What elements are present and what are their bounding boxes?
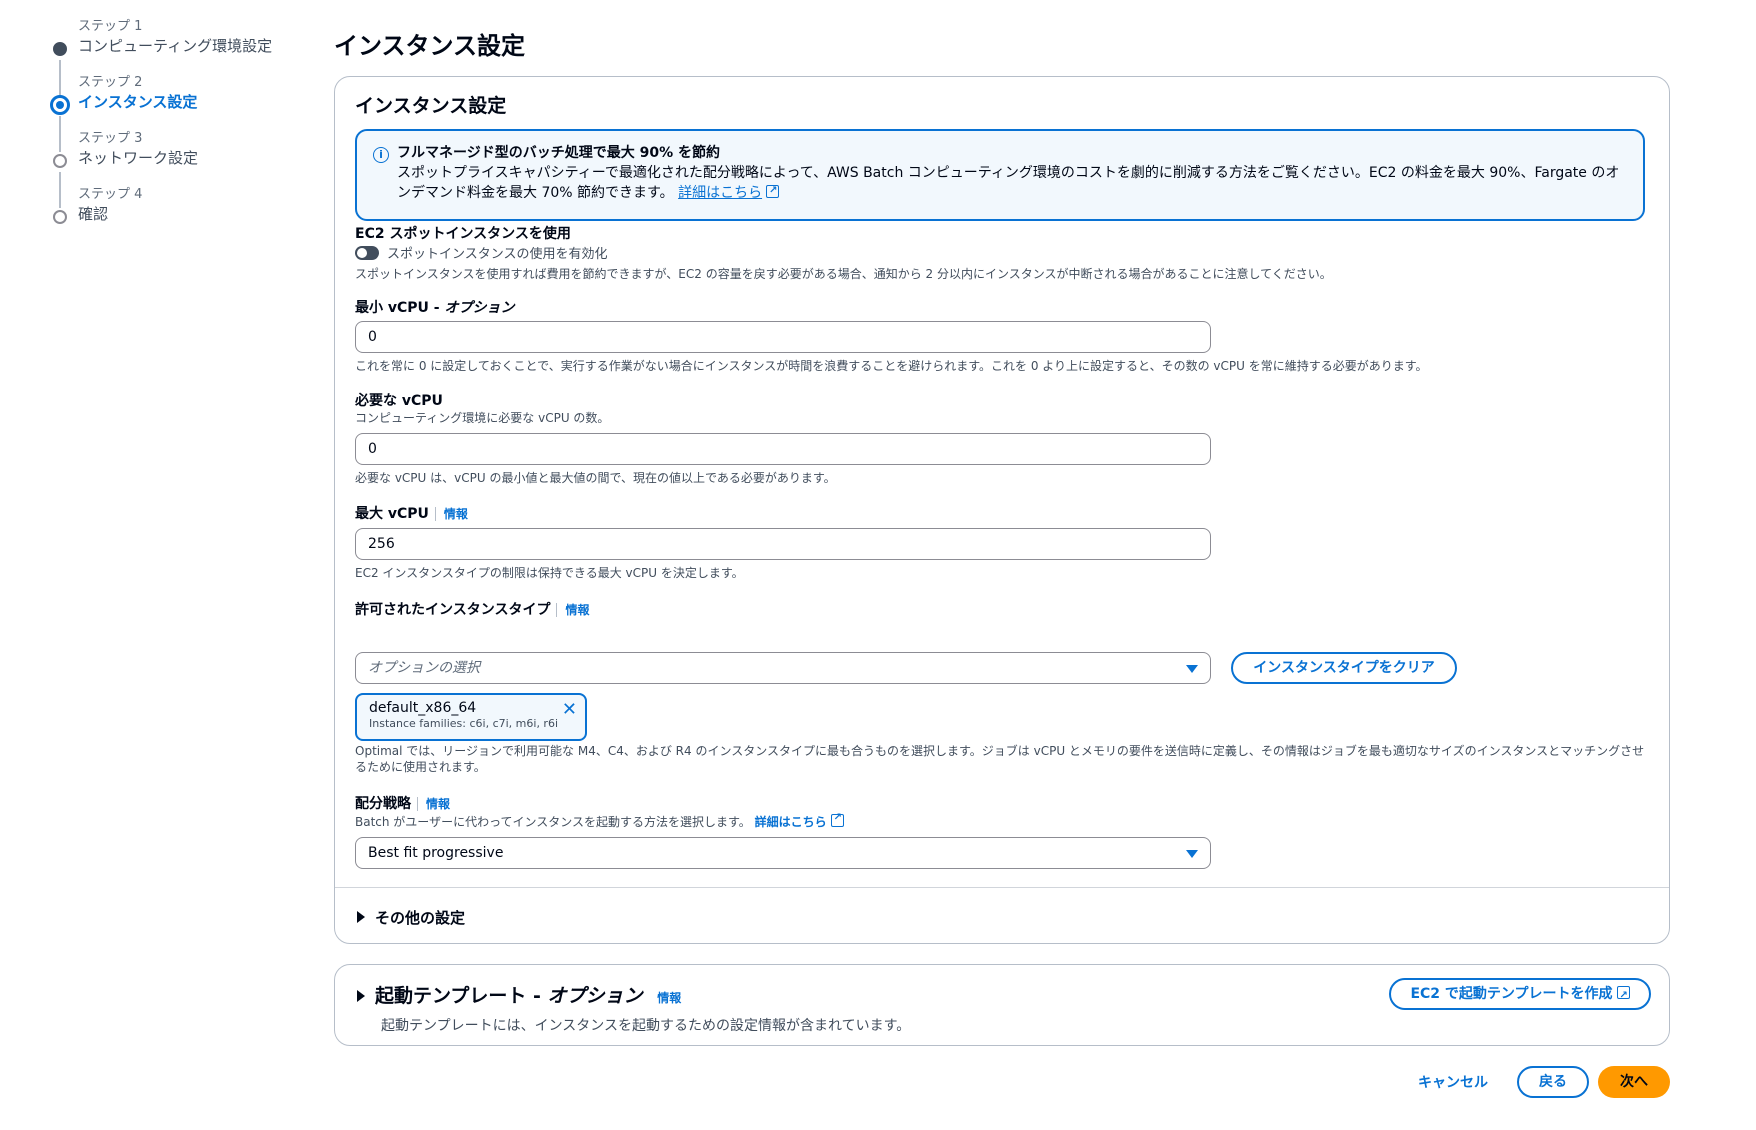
allocation-learn-more-text: 詳細はこちら [754,815,827,829]
allocation-label-text: 配分戦略 [355,796,411,812]
min-vcpu-label: 最小 vCPU - オプション [355,299,514,317]
desired-vcpu-input[interactable]: 0 [355,433,1211,465]
launch-template-description: 起動テンプレートには、インスタンスを起動するための設定情報が含まれています。 [381,1018,911,1034]
allocation-sub-text: Batch がユーザーに代わってインスタンスを起動する方法を選択します。 [355,815,751,829]
allocation-learn-more-link[interactable]: 詳細はこちら [754,810,844,829]
back-button[interactable]: 戻る [1517,1066,1589,1098]
next-button[interactable]: 次へ [1598,1066,1670,1098]
step-label[interactable]: インスタンス設定 [78,92,297,112]
allocation-sub: Batch がユーザーに代わってインスタンスを起動する方法を選択します。 詳細は… [355,810,844,830]
caret-down-icon [1186,665,1198,673]
caret-down-icon [1186,850,1198,858]
info-icon: i [373,147,389,163]
close-icon[interactable]: ✕ [562,699,577,720]
max-vcpu-description: EC2 インスタンスタイプの制限は保持できる最大 vCPU を決定します。 [355,566,744,580]
info-alert-heading: フルマネージド型のバッチ処理で最大 90% を節約 [397,145,720,161]
card-title: インスタンス設定 [355,95,507,117]
instance-type-token: default_x86_64 Instance families: c6i, c… [355,693,587,741]
desired-vcpu-label: 必要な vCPU [355,393,443,409]
allocation-select[interactable]: Best fit progressive [355,837,1211,869]
optional-marker: オプション [444,300,515,316]
min-vcpu-description: これを常に 0 に設定しておくことで、実行する作業がない場合にインスタンスが時間… [355,359,1428,373]
step-current-icon [50,95,70,115]
step-complete-icon [53,42,67,56]
page-title: インスタンス設定 [334,32,526,60]
token-name: default_x86_64 [369,700,477,716]
step-4[interactable]: ステップ 4 確認 [47,182,297,238]
max-vcpu-input[interactable]: 256 [355,528,1211,560]
instance-types-select[interactable]: オプションの選択 [355,652,1211,684]
step-number: ステップ 4 [78,187,143,202]
clear-instance-types-button[interactable]: インスタンスタイプをクリア [1231,652,1457,684]
instance-types-description: Optimal では、リージョンで利用可能な M4、C4、および R4 のインス… [355,744,1645,774]
learn-more-link[interactable]: 詳細はこちら [678,181,780,201]
instance-types-info-link[interactable]: 情報 [556,603,589,617]
desired-vcpu-description: 必要な vCPU は、vCPU の最小値と最大値の間で、現在の値以上である必要が… [355,471,836,485]
allocation-selected-value: Best fit progressive [368,845,504,861]
other-settings-label: その他の設定 [375,909,466,927]
allocation-info-link[interactable]: 情報 [417,797,450,811]
info-alert: i フルマネージド型のバッチ処理で最大 90% を節約 スポットプライスキャパシ… [355,129,1645,221]
token-description: Instance families: c6i, c7i, m6i, r6i [369,717,559,730]
external-link-icon [830,810,844,827]
instance-types-placeholder: オプションの選択 [368,660,480,676]
step-1[interactable]: ステップ 1 コンピューティング環境設定 [47,14,297,96]
launch-template-expander[interactable]: 起動テンプレート - オプション 情報 [357,981,681,1008]
spot-description: スポットインスタンスを使用すれば費用を節約できますが、EC2 の容量を戻す必要が… [355,267,1332,281]
cancel-button[interactable]: キャンセル [1418,1072,1488,1092]
launch-template-card: 起動テンプレート - オプション 情報 起動テンプレートには、インスタンスを起動… [334,964,1670,1046]
step-number: ステップ 2 [78,75,143,90]
caret-right-icon [357,990,365,1002]
allocation-label: 配分戦略 情報 [355,795,450,813]
create-launch-template-label: EC2 で起動テンプレートを作成 [1410,986,1613,1002]
step-2[interactable]: ステップ 2 インスタンス設定 [47,70,297,152]
info-alert-body: スポットプライスキャパシティーで最適化された配分戦略によって、AWS Batch… [397,163,1625,203]
instance-types-label-text: 許可されたインスタンスタイプ [355,602,551,618]
caret-right-icon [357,911,365,923]
step-3[interactable]: ステップ 3 ネットワーク設定 [47,126,297,208]
instance-types-label: 許可されたインスタンスタイプ 情報 [355,601,589,619]
max-vcpu-label-text: 最大 vCPU [355,506,429,522]
launch-template-title: 起動テンプレート - [375,985,548,1007]
step-label[interactable]: コンピューティング環境設定 [78,36,297,56]
step-label[interactable]: 確認 [78,204,297,224]
step-pending-icon [53,154,67,168]
step-label[interactable]: ネットワーク設定 [78,148,297,168]
wizard-steps: ステップ 1 コンピューティング環境設定 ステップ 2 インスタンス設定 ステッ… [47,14,297,238]
spot-toggle[interactable] [355,246,379,260]
divider [335,887,1669,888]
spot-label: EC2 スポットインスタンスを使用 [355,226,571,242]
spot-toggle-label[interactable]: スポットインスタンスの使用を有効化 [387,243,607,262]
other-settings-expander[interactable]: その他の設定 [357,907,465,928]
max-vcpu-info-link[interactable]: 情報 [434,507,468,521]
step-number: ステップ 1 [78,19,143,34]
learn-more-link-text: 詳細はこちら [678,185,763,201]
step-pending-icon [53,210,67,224]
create-launch-template-button[interactable]: EC2 で起動テンプレートを作成 [1389,978,1651,1010]
min-vcpu-input[interactable]: 0 [355,321,1211,353]
launch-template-info-link[interactable]: 情報 [655,991,681,1005]
external-link-icon [1616,982,1630,1010]
desired-vcpu-sub: コンピューティング環境に必要な vCPU の数。 [355,411,610,425]
optional-marker: オプション [547,985,643,1007]
step-number: ステップ 3 [78,131,143,146]
instance-settings-card: インスタンス設定 i フルマネージド型のバッチ処理で最大 90% を節約 スポッ… [334,76,1670,944]
external-link-icon [766,181,780,201]
max-vcpu-label: 最大 vCPU 情報 [355,505,468,523]
info-alert-text: スポットプライスキャパシティーで最適化された配分戦略によって、AWS Batch… [397,165,1620,201]
min-vcpu-label-text: 最小 vCPU - [355,300,445,316]
